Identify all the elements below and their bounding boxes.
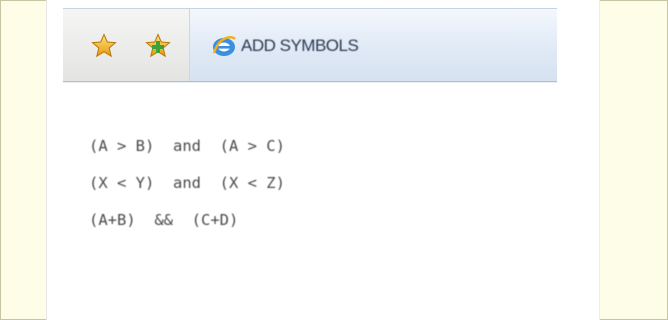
add-favorite-star-icon[interactable] [145, 33, 171, 59]
editor-window: ADD SYMBOLS (A > B) and (A > C) (X < Y) … [46, 0, 600, 320]
add-symbols-button[interactable]: ADD SYMBOLS [211, 31, 359, 61]
code-line: (A > B) and (A > C) [89, 137, 285, 155]
toolbar: ADD SYMBOLS [63, 8, 557, 82]
code-line: (X < Y) and (X < Z) [89, 174, 285, 192]
editor-content[interactable]: (A > B) and (A > C) (X < Y) and (X < Z) … [89, 128, 285, 239]
ie-logo-icon [211, 33, 237, 59]
add-symbols-label: ADD SYMBOLS [241, 36, 359, 55]
favorites-star-icon[interactable] [91, 33, 117, 59]
code-line: (A+B) && (C+D) [89, 211, 239, 229]
